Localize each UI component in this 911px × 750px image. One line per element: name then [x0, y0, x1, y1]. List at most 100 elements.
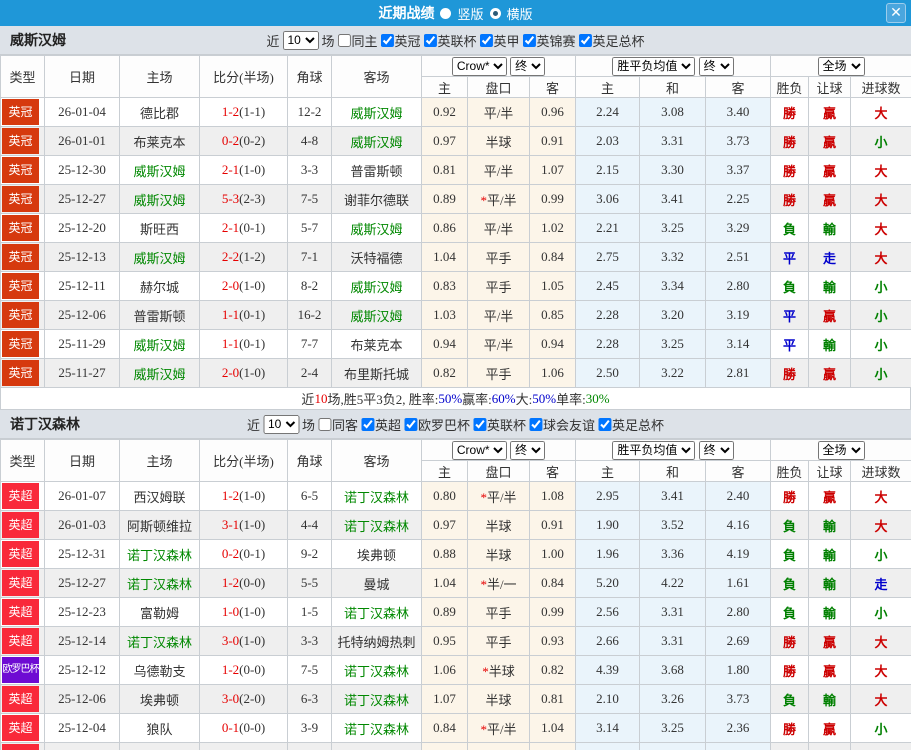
home-team-cell: 诺丁汉森林 — [119, 539, 200, 569]
col-goals: 进球数 — [850, 76, 911, 98]
avg-final-select[interactable]: 终 — [698, 56, 734, 76]
away-team-cell: 埃弗顿 — [331, 539, 422, 569]
avg-select[interactable]: 胜平负均值 — [612, 56, 696, 76]
away-team-cell: 威斯汉姆 — [331, 213, 422, 243]
result-cell: 勝 — [770, 655, 810, 685]
league-cell: 英冠 — [0, 271, 45, 301]
avg-home-cell: 1.90 — [575, 510, 641, 540]
odds-company-select[interactable]: Crow* — [451, 56, 507, 76]
col-date: 日期 — [44, 55, 120, 98]
col-avg-away: 客 — [705, 460, 772, 482]
odds-company-select[interactable]: Crow* — [451, 440, 507, 460]
odds-away-cell: 1.02 — [528, 213, 577, 243]
league-cell: 英超 — [0, 568, 45, 598]
league-cell: 欧罗巴杯 — [0, 655, 45, 685]
avg-away-cell: 1.80 — [705, 655, 772, 685]
date-cell: 25-12-30 — [44, 155, 120, 185]
home-team-cell: 威斯汉姆 — [119, 329, 200, 359]
avg-draw-cell: 3.08 — [639, 97, 707, 127]
date-cell: 25-12-11 — [44, 271, 120, 301]
goals-result-cell: 大 — [850, 242, 911, 272]
odds-home-cell: 0.84 — [421, 713, 468, 743]
league-badge: 英冠 — [2, 331, 39, 357]
vertical-layout-radio[interactable] — [440, 7, 452, 19]
league-checkbox-wrap[interactable]: 英超 — [360, 415, 401, 434]
league-checkbox-2[interactable] — [423, 33, 437, 47]
league-cell: 英超 — [0, 597, 45, 627]
league-checkbox-wrap[interactable]: 英冠 — [380, 31, 421, 50]
league-checkbox-1[interactable] — [360, 417, 374, 431]
league-cell: 英超 — [0, 626, 45, 656]
near-count-select[interactable]: 10 — [282, 30, 319, 50]
avg-select[interactable]: 胜平负均值 — [612, 440, 696, 460]
corner-cell: 5-7 — [287, 213, 332, 243]
avg-home-cell: 2.75 — [575, 242, 641, 272]
avg-draw-cell: 3.31 — [639, 597, 707, 627]
away-team-cell: 诺丁汉森林 — [331, 597, 422, 627]
league-checkbox-2[interactable] — [404, 417, 417, 431]
handicap-result-cell: 走 — [808, 242, 852, 272]
corner-cell: 6-3 — [287, 684, 332, 714]
record-summary: 近 10 场,胜5平3负2, 胜率: 50% 赢率: 60% 大: 50% 单率: 30% — [0, 388, 911, 410]
league-checkbox-wrap[interactable]: 球会友谊 — [529, 415, 595, 434]
horizontal-layout-radio[interactable] — [489, 7, 501, 19]
handicap-result-cell: 贏 — [808, 155, 852, 185]
odds-home-cell: 0.83 — [421, 271, 468, 301]
horizontal-layout-label[interactable]: 横版 — [507, 4, 533, 23]
league-checkbox-wrap[interactable]: 英足总杯 — [598, 415, 664, 434]
league-checkbox-wrap[interactable]: 英甲 — [479, 31, 520, 50]
home-team-cell: 威斯汉姆 — [119, 184, 200, 214]
odds-final-select[interactable]: 终 — [510, 56, 546, 76]
home-team-cell: 斯旺西 — [119, 213, 200, 243]
close-icon[interactable]: ✕ — [886, 3, 906, 23]
handicap-cell: 平手 — [467, 242, 530, 272]
league-checkbox-wrap[interactable]: 英联杯 — [473, 415, 526, 434]
odds-away-cell: 0.99 — [528, 184, 577, 214]
league-checkbox-5[interactable] — [578, 33, 592, 47]
avg-draw-cell: 3.34 — [639, 271, 707, 301]
col-date: 日期 — [44, 439, 120, 482]
avg-away-cell: 1.61 — [705, 568, 772, 598]
near-count-select[interactable]: 10 — [262, 414, 299, 434]
league-checkbox-3[interactable] — [479, 33, 493, 47]
league-label-5: 英足总杯 — [592, 33, 645, 49]
same-venue-checkbox-wrap[interactable]: 同主 — [337, 31, 377, 50]
avg-away-cell: 2.69 — [705, 626, 772, 656]
same-home-checkbox[interactable] — [337, 33, 351, 47]
avg-away-cell: 4.16 — [705, 510, 772, 540]
corner-cell: 9-2 — [287, 742, 332, 750]
col-handicap-result: 让球 — [808, 76, 852, 98]
league-checkbox-wrap[interactable]: 英锦赛 — [522, 31, 576, 50]
league-checkbox-4[interactable] — [522, 33, 536, 47]
league-checkbox-wrap[interactable]: 英足总杯 — [578, 31, 645, 50]
avg-draw-cell: 3.31 — [639, 626, 707, 656]
date-cell: 25-12-14 — [44, 626, 120, 656]
same-away-checkbox[interactable] — [317, 417, 331, 431]
scope-select[interactable]: 全场 — [817, 56, 865, 76]
same-venue-checkbox-wrap[interactable]: 同客 — [317, 415, 358, 434]
vertical-layout-label[interactable]: 竖版 — [457, 4, 483, 23]
odds-away-cell: 1.00 — [528, 539, 577, 569]
home-team-cell: 阿斯顿维拉 — [119, 510, 200, 540]
scope-group-header: 全场 — [770, 55, 911, 77]
league-cell: 英超 — [0, 713, 45, 743]
scope-group-header: 全场 — [770, 439, 911, 461]
league-checkbox-wrap[interactable]: 英联杯 — [423, 31, 477, 50]
handicap-result-cell: 輸 — [808, 568, 852, 598]
handicap-cell: 平手 — [467, 271, 530, 301]
date-cell: 25-11-27 — [44, 358, 120, 388]
avg-draw-cell: 3.31 — [639, 742, 707, 750]
league-checkbox-3[interactable] — [473, 417, 487, 431]
avg-final-select[interactable]: 终 — [698, 440, 734, 460]
league-checkbox-4[interactable] — [529, 417, 543, 431]
home-team-cell: 德比郡 — [119, 97, 200, 127]
odds-final-select[interactable]: 终 — [510, 440, 546, 460]
scope-select[interactable]: 全场 — [817, 440, 865, 460]
avg-away-cell: 2.25 — [705, 184, 772, 214]
odds-away-cell: 0.84 — [528, 242, 577, 272]
league-checkbox-wrap[interactable]: 欧罗巴杯 — [404, 415, 470, 434]
odds-away-cell: 1.04 — [528, 713, 577, 743]
summary-segment: 10 — [314, 390, 328, 406]
league-checkbox-1[interactable] — [380, 33, 394, 47]
league-checkbox-5[interactable] — [598, 417, 612, 431]
